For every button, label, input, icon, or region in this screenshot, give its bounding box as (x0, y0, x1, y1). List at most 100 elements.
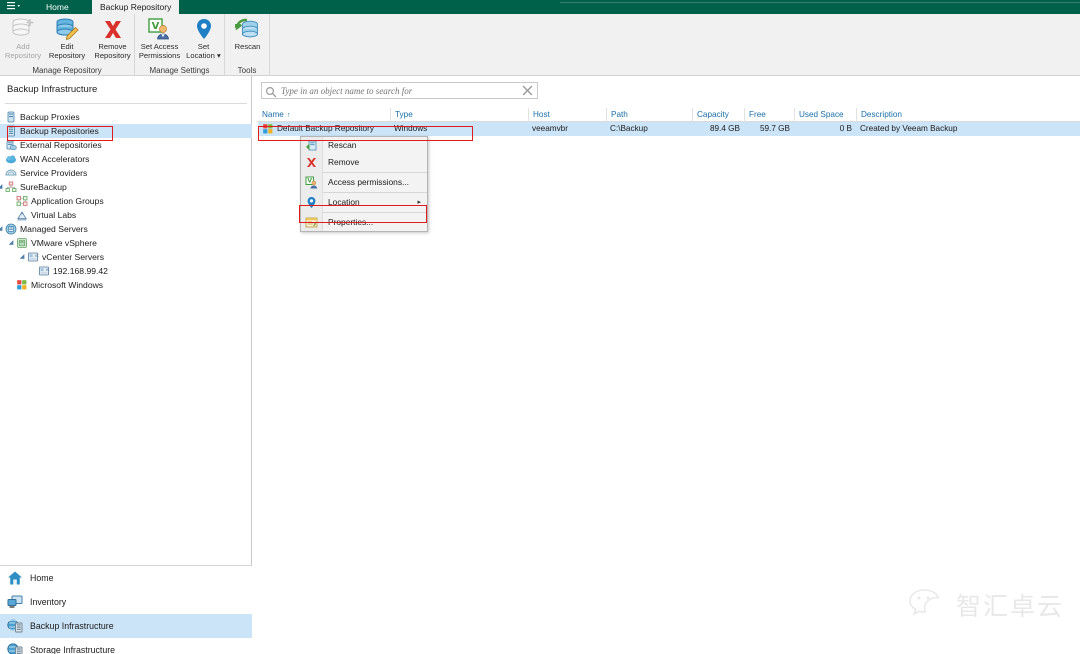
tree-item-managed-servers[interactable]: ◢Managed Servers (0, 222, 252, 236)
tree-item-surebackup[interactable]: ◢SureBackup (0, 180, 252, 194)
context-menu-item-rescan[interactable]: Rescan (301, 137, 427, 154)
sort-ascending-icon: ↑ (286, 112, 291, 119)
cell-path: C:\Backup (610, 124, 648, 133)
navigation-panel: Home Inventory Backup Infrastructure Storag… (0, 565, 252, 654)
context-menu-item-location[interactable]: Location ▸ (301, 194, 427, 211)
repository-row-icon (262, 123, 274, 135)
tree-item-label: Backup Proxies (20, 112, 80, 122)
column-header-type[interactable]: Type (390, 108, 528, 122)
remove-repository-icon (90, 17, 135, 42)
backup-infrastructure-icon (5, 618, 23, 634)
add-repository-button[interactable]: Add Repository (2, 16, 44, 64)
cell-used_space: 0 B (839, 124, 852, 133)
service-provider-icon (5, 167, 17, 179)
cell-type: Windows (394, 124, 428, 133)
nav-item-storage-infrastructure[interactable]: Storage Infrastructure (0, 638, 252, 654)
tree-item-vmware-vsphere[interactable]: ◢ VMware vSphere (0, 236, 252, 250)
search-input[interactable] (281, 83, 516, 98)
tree-item-label: SureBackup (20, 182, 67, 192)
ribbon-group-manage-settings: V Set Access Permissions Set Location ▾ (135, 14, 225, 76)
context-menu-item-label: Access permissions... (328, 177, 409, 187)
table-row[interactable]: Default Backup Repository Windows veeamvbr… (258, 122, 1080, 136)
remove-repository-label: Remove Repository (94, 42, 131, 60)
search-bar (261, 82, 538, 99)
column-header-used_space[interactable]: Used Space (794, 108, 856, 122)
tree-item-microsoft-windows[interactable]: Microsoft Windows (0, 278, 252, 292)
remove-repository-button[interactable]: Remove Repository (90, 16, 135, 64)
tree-item-external-repositories[interactable]: External Repositories (0, 138, 252, 152)
context-menu-item-label: Rescan (328, 140, 357, 150)
set-access-permissions-button[interactable]: V Set Access Permissions (136, 16, 183, 64)
rescan-icon (225, 17, 270, 42)
wan-accelerator-icon (5, 153, 17, 165)
external-repository-icon (5, 139, 17, 151)
column-header-label: Capacity (697, 110, 729, 119)
set-access-permissions-label: Set Access Permissions (138, 42, 181, 60)
column-header-label: Description (861, 110, 902, 119)
sidebar-title: Backup Infrastructure (7, 84, 98, 95)
nav-item-label: Backup Infrastructure (30, 621, 114, 631)
column-header-label: Used Space (799, 110, 844, 119)
edit-repository-button[interactable]: Edit Repository (45, 16, 89, 64)
nav-item-inventory[interactable]: Inventory (0, 590, 252, 614)
context-menu-item-label: Properties... (328, 217, 374, 227)
column-header-path[interactable]: Path (606, 108, 692, 122)
svg-text:VC: VC (35, 254, 39, 258)
context-menu-item-remove[interactable]: Remove (301, 154, 427, 171)
tree-item-wan-accelerators[interactable]: WAN Accelerators (0, 152, 252, 166)
ribbon-group-label-tools: Tools (237, 66, 257, 75)
context-menu-item-access-permissions[interactable]: V Access permissions... (301, 174, 427, 191)
column-header-label: Free (749, 110, 766, 119)
nav-item-label: Inventory (30, 597, 67, 607)
cell-name: Default Backup Repository (277, 124, 374, 133)
wechat-icon (908, 586, 952, 629)
context-menu-separator (323, 172, 427, 173)
tree-item-vcenter-servers[interactable]: ◢ VC vCenter Servers (0, 250, 252, 264)
tree-item-service-providers[interactable]: Service Providers (0, 166, 252, 180)
tree-item-application-groups[interactable]: Application Groups (0, 194, 252, 208)
cell-free: 59.7 GB (759, 124, 790, 133)
backup-proxy-icon (5, 111, 17, 123)
column-header-name[interactable]: Name ↑ (258, 108, 390, 122)
tree-item-192-168-99-42[interactable]: W 192.168.99.42 (0, 264, 252, 278)
submenu-arrow-icon: ▸ (417, 199, 421, 206)
rescan-button[interactable]: Rescan (225, 16, 270, 64)
storage-infrastructure-icon (7, 642, 23, 654)
set-location-button[interactable]: Set Location ▾ (183, 16, 224, 64)
sidebar-panel: Backup Infrastructure Backup Proxies Back… (0, 76, 252, 654)
set-location-label: Set Location ▾ (186, 42, 221, 60)
grid-body: Default Backup Repository Windows veeamvbr… (258, 122, 1080, 136)
tree-item-label: Managed Servers (20, 224, 88, 234)
column-header-free[interactable]: Free (744, 108, 794, 122)
tree-item-virtual-labs[interactable]: Virtual Labs (0, 208, 252, 222)
column-header-description[interactable]: Description (856, 108, 1038, 122)
application-group-icon (16, 195, 28, 207)
column-header-label: Host (533, 110, 550, 119)
tree-item-label: Service Providers (20, 168, 88, 178)
repositories-grid: Name ↑ Type Host Path Capacity Free Used Space D… (258, 108, 1080, 136)
nav-item-home[interactable]: Home (0, 566, 252, 590)
vmware-vsphere-icon (16, 237, 28, 249)
tree-item-backup-repositories[interactable]: Backup Repositories (0, 124, 252, 138)
tree-item-label: WAN Accelerators (20, 154, 90, 164)
infrastructure-tree: Backup Proxies Backup Repositories Externa… (0, 110, 252, 292)
column-header-capacity[interactable]: Capacity (692, 108, 744, 122)
ribbon-toolbar: Add Repository Edit Repository Remove Re… (0, 14, 1080, 76)
tab-home[interactable]: Home (38, 0, 77, 14)
rescan-icon (305, 139, 318, 152)
virtual-lab-icon (16, 209, 28, 221)
nav-item-backup-infrastructure[interactable]: Backup Infrastructure (0, 614, 252, 638)
hamburger-menu-icon[interactable] (3, 1, 25, 13)
ribbon-group-tools: Rescan Tools (225, 14, 270, 76)
tree-item-backup-proxies[interactable]: Backup Proxies (0, 110, 252, 124)
ribbon-group-label-manage-settings: Manage Settings (149, 66, 210, 75)
clear-icon[interactable] (521, 84, 534, 97)
access-permissions-icon: V (305, 176, 318, 189)
svg-text:W: W (46, 268, 50, 272)
properties-icon (305, 216, 318, 229)
tab-backup-repository[interactable]: Backup Repository (92, 0, 180, 14)
add-repository-icon (2, 17, 44, 42)
column-header-host[interactable]: Host (528, 108, 606, 122)
location-icon (305, 196, 318, 209)
context-menu-item-properties[interactable]: Properties... (301, 214, 427, 231)
